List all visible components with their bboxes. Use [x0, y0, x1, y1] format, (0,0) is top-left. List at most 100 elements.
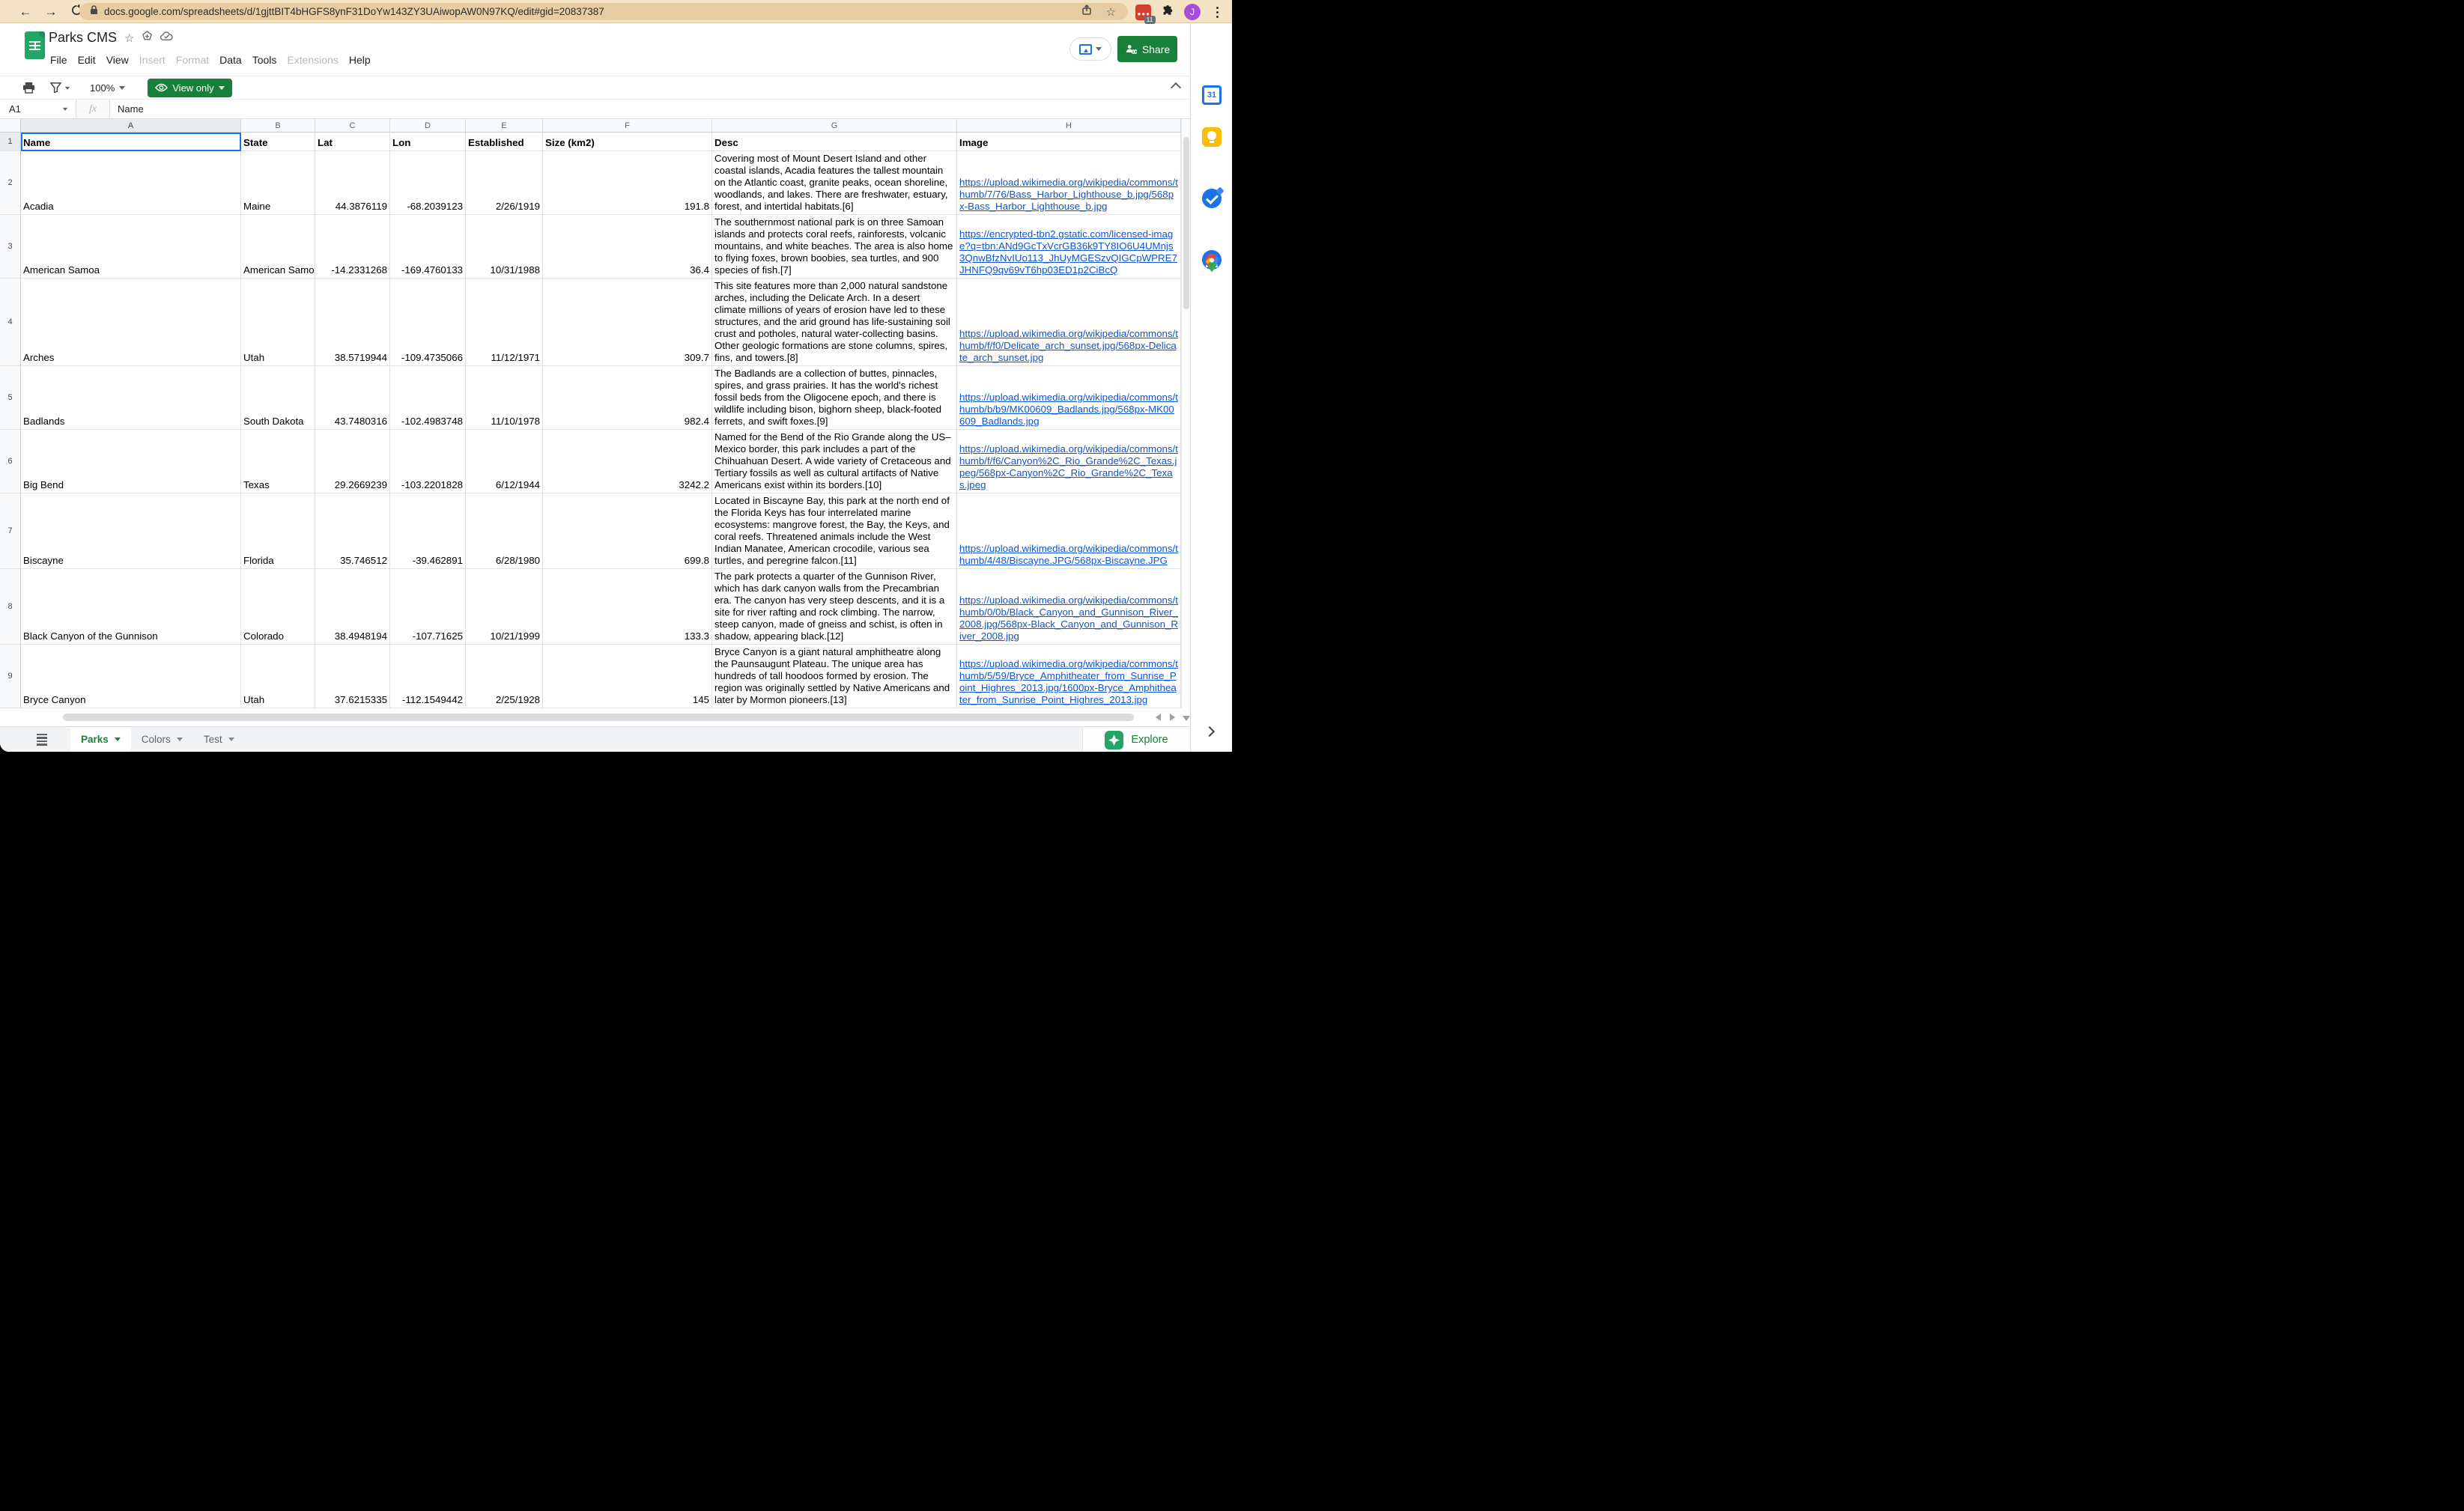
cell-A3[interactable]: American Samoa	[21, 215, 241, 279]
cell-H1[interactable]: Image	[957, 133, 1181, 151]
extensions-puzzle-icon[interactable]	[1159, 3, 1177, 21]
view-only-button[interactable]: View only	[148, 79, 231, 97]
cell-H9[interactable]: https://upload.wikimedia.org/wikipedia/c…	[957, 645, 1181, 708]
cell-E7[interactable]: 6/28/1980	[466, 493, 543, 569]
sheet-tab-test[interactable]: Test	[193, 727, 245, 752]
column-header-B[interactable]: B	[241, 119, 315, 133]
menu-file[interactable]: File	[45, 51, 73, 69]
cell-C5[interactable]: 43.7480316	[315, 366, 390, 430]
cell-E6[interactable]: 6/12/1944	[466, 430, 543, 493]
cell-H4[interactable]: https://upload.wikimedia.org/wikipedia/c…	[957, 279, 1181, 366]
cell-D3[interactable]: -169.4760133	[390, 215, 466, 279]
cell-B7[interactable]: Florida	[241, 493, 315, 569]
sheet-tab-colors[interactable]: Colors	[131, 727, 193, 752]
cell-C7[interactable]: 35.746512	[315, 493, 390, 569]
cell-H7[interactable]: https://upload.wikimedia.org/wikipedia/c…	[957, 493, 1181, 569]
cell-B3[interactable]: American Samoa	[241, 215, 315, 279]
row-header-6[interactable]: 6	[0, 430, 21, 493]
name-box[interactable]: A1	[0, 100, 76, 118]
row-header-4[interactable]: 4	[0, 279, 21, 366]
cell-B2[interactable]: Maine	[241, 151, 315, 215]
cell-H2[interactable]: https://upload.wikimedia.org/wikipedia/c…	[957, 151, 1181, 215]
browser-menu-icon[interactable]	[1208, 3, 1226, 21]
collapse-panel-icon[interactable]	[1204, 726, 1215, 737]
cell-E1[interactable]: Established	[466, 133, 543, 151]
cell-D2[interactable]: -68.2039123	[390, 151, 466, 215]
cell-C4[interactable]: 38.5719944	[315, 279, 390, 366]
row-header-5[interactable]: 5	[0, 366, 21, 430]
star-icon[interactable]: ☆	[124, 31, 134, 45]
cloud-saved-icon[interactable]	[160, 31, 173, 44]
menu-insert[interactable]: Insert	[134, 51, 171, 69]
cell-A9[interactable]: Bryce Canyon	[21, 645, 241, 708]
cell-G1[interactable]: Desc	[712, 133, 957, 151]
column-header-H[interactable]: H	[957, 119, 1181, 133]
horizontal-scrollbar-thumb[interactable]	[63, 714, 1134, 721]
column-header-C[interactable]: C	[315, 119, 390, 133]
grid-corner[interactable]	[0, 119, 21, 133]
explore-button[interactable]: Explore	[1082, 727, 1190, 752]
cell-F9[interactable]: 145	[543, 645, 712, 708]
cell-B6[interactable]: Texas	[241, 430, 315, 493]
filter-icon[interactable]	[50, 82, 70, 93]
sheets-logo-icon[interactable]	[25, 31, 45, 59]
menu-help[interactable]: Help	[344, 51, 376, 69]
menu-format[interactable]: Format	[171, 51, 214, 69]
cell-D1[interactable]: Lon	[390, 133, 466, 151]
cell-F3[interactable]: 36.4	[543, 215, 712, 279]
cell-C3[interactable]: -14.2331268	[315, 215, 390, 279]
calendar-icon[interactable]: 31	[1202, 85, 1222, 105]
bookmark-star-icon[interactable]: ☆	[1106, 5, 1116, 19]
row-header-9[interactable]: 9	[0, 645, 21, 708]
cell-D4[interactable]: -109.4735066	[390, 279, 466, 366]
maps-icon[interactable]	[1202, 253, 1222, 273]
cell-A6[interactable]: Big Bend	[21, 430, 241, 493]
cell-D8[interactable]: -107.71625	[390, 569, 466, 645]
sheet-tab-parks[interactable]: Parks	[70, 727, 131, 752]
cell-C9[interactable]: 37.6215335	[315, 645, 390, 708]
cell-G3[interactable]: The southernmost national park is on thr…	[712, 215, 957, 279]
column-header-F[interactable]: F	[543, 119, 712, 133]
cell-D7[interactable]: -39.462891	[390, 493, 466, 569]
menu-view[interactable]: View	[101, 51, 134, 69]
share-button[interactable]: Share	[1117, 36, 1177, 62]
column-header-A[interactable]: A	[21, 119, 241, 133]
cell-E5[interactable]: 11/10/1978	[466, 366, 543, 430]
cell-D9[interactable]: -112.1549442	[390, 645, 466, 708]
print-icon[interactable]	[22, 82, 35, 94]
vertical-scrollbar[interactable]	[1181, 119, 1190, 708]
cell-E9[interactable]: 2/25/1928	[466, 645, 543, 708]
cell-F8[interactable]: 133.3	[543, 569, 712, 645]
row-header-8[interactable]: 8	[0, 569, 21, 645]
forward-icon[interactable]: →	[42, 3, 60, 21]
browser-profile-avatar[interactable]: J	[1183, 3, 1201, 21]
menu-data[interactable]: Data	[214, 51, 247, 69]
row-header-7[interactable]: 7	[0, 493, 21, 569]
open-in-app-button[interactable]	[1069, 37, 1111, 61]
all-sheets-button[interactable]	[27, 727, 57, 752]
cell-F6[interactable]: 3242.2	[543, 430, 712, 493]
menu-edit[interactable]: Edit	[73, 51, 101, 69]
tab-scroll-right-icon[interactable]	[1170, 714, 1179, 721]
cell-G8[interactable]: The park protects a quarter of the Gunni…	[712, 569, 957, 645]
horizontal-scrollbar[interactable]	[0, 708, 1190, 726]
cell-G9[interactable]: Bryce Canyon is a giant natural amphithe…	[712, 645, 957, 708]
cell-A4[interactable]: Arches	[21, 279, 241, 366]
row-header-3[interactable]: 3	[0, 215, 21, 279]
menu-extensions[interactable]: Extensions	[282, 51, 343, 69]
scroll-down-icon[interactable]	[1183, 716, 1190, 725]
cell-G2[interactable]: Covering most of Mount Desert Island and…	[712, 151, 957, 215]
document-title[interactable]: Parks CMS	[49, 30, 117, 46]
cell-A7[interactable]: Biscayne	[21, 493, 241, 569]
cell-H6[interactable]: https://upload.wikimedia.org/wikipedia/c…	[957, 430, 1181, 493]
cell-G6[interactable]: Named for the Bend of the Rio Grande alo…	[712, 430, 957, 493]
cell-E3[interactable]: 10/31/1988	[466, 215, 543, 279]
row-header-1[interactable]: 1	[0, 133, 21, 151]
cell-F1[interactable]: Size (km2)	[543, 133, 712, 151]
cell-D5[interactable]: -102.4983748	[390, 366, 466, 430]
cell-E2[interactable]: 2/26/1919	[466, 151, 543, 215]
add-shortcut-icon[interactable]	[142, 31, 153, 45]
cell-F2[interactable]: 191.8	[543, 151, 712, 215]
cell-G4[interactable]: This site features more than 2,000 natur…	[712, 279, 957, 366]
zoom-select[interactable]: 100%	[90, 82, 125, 94]
